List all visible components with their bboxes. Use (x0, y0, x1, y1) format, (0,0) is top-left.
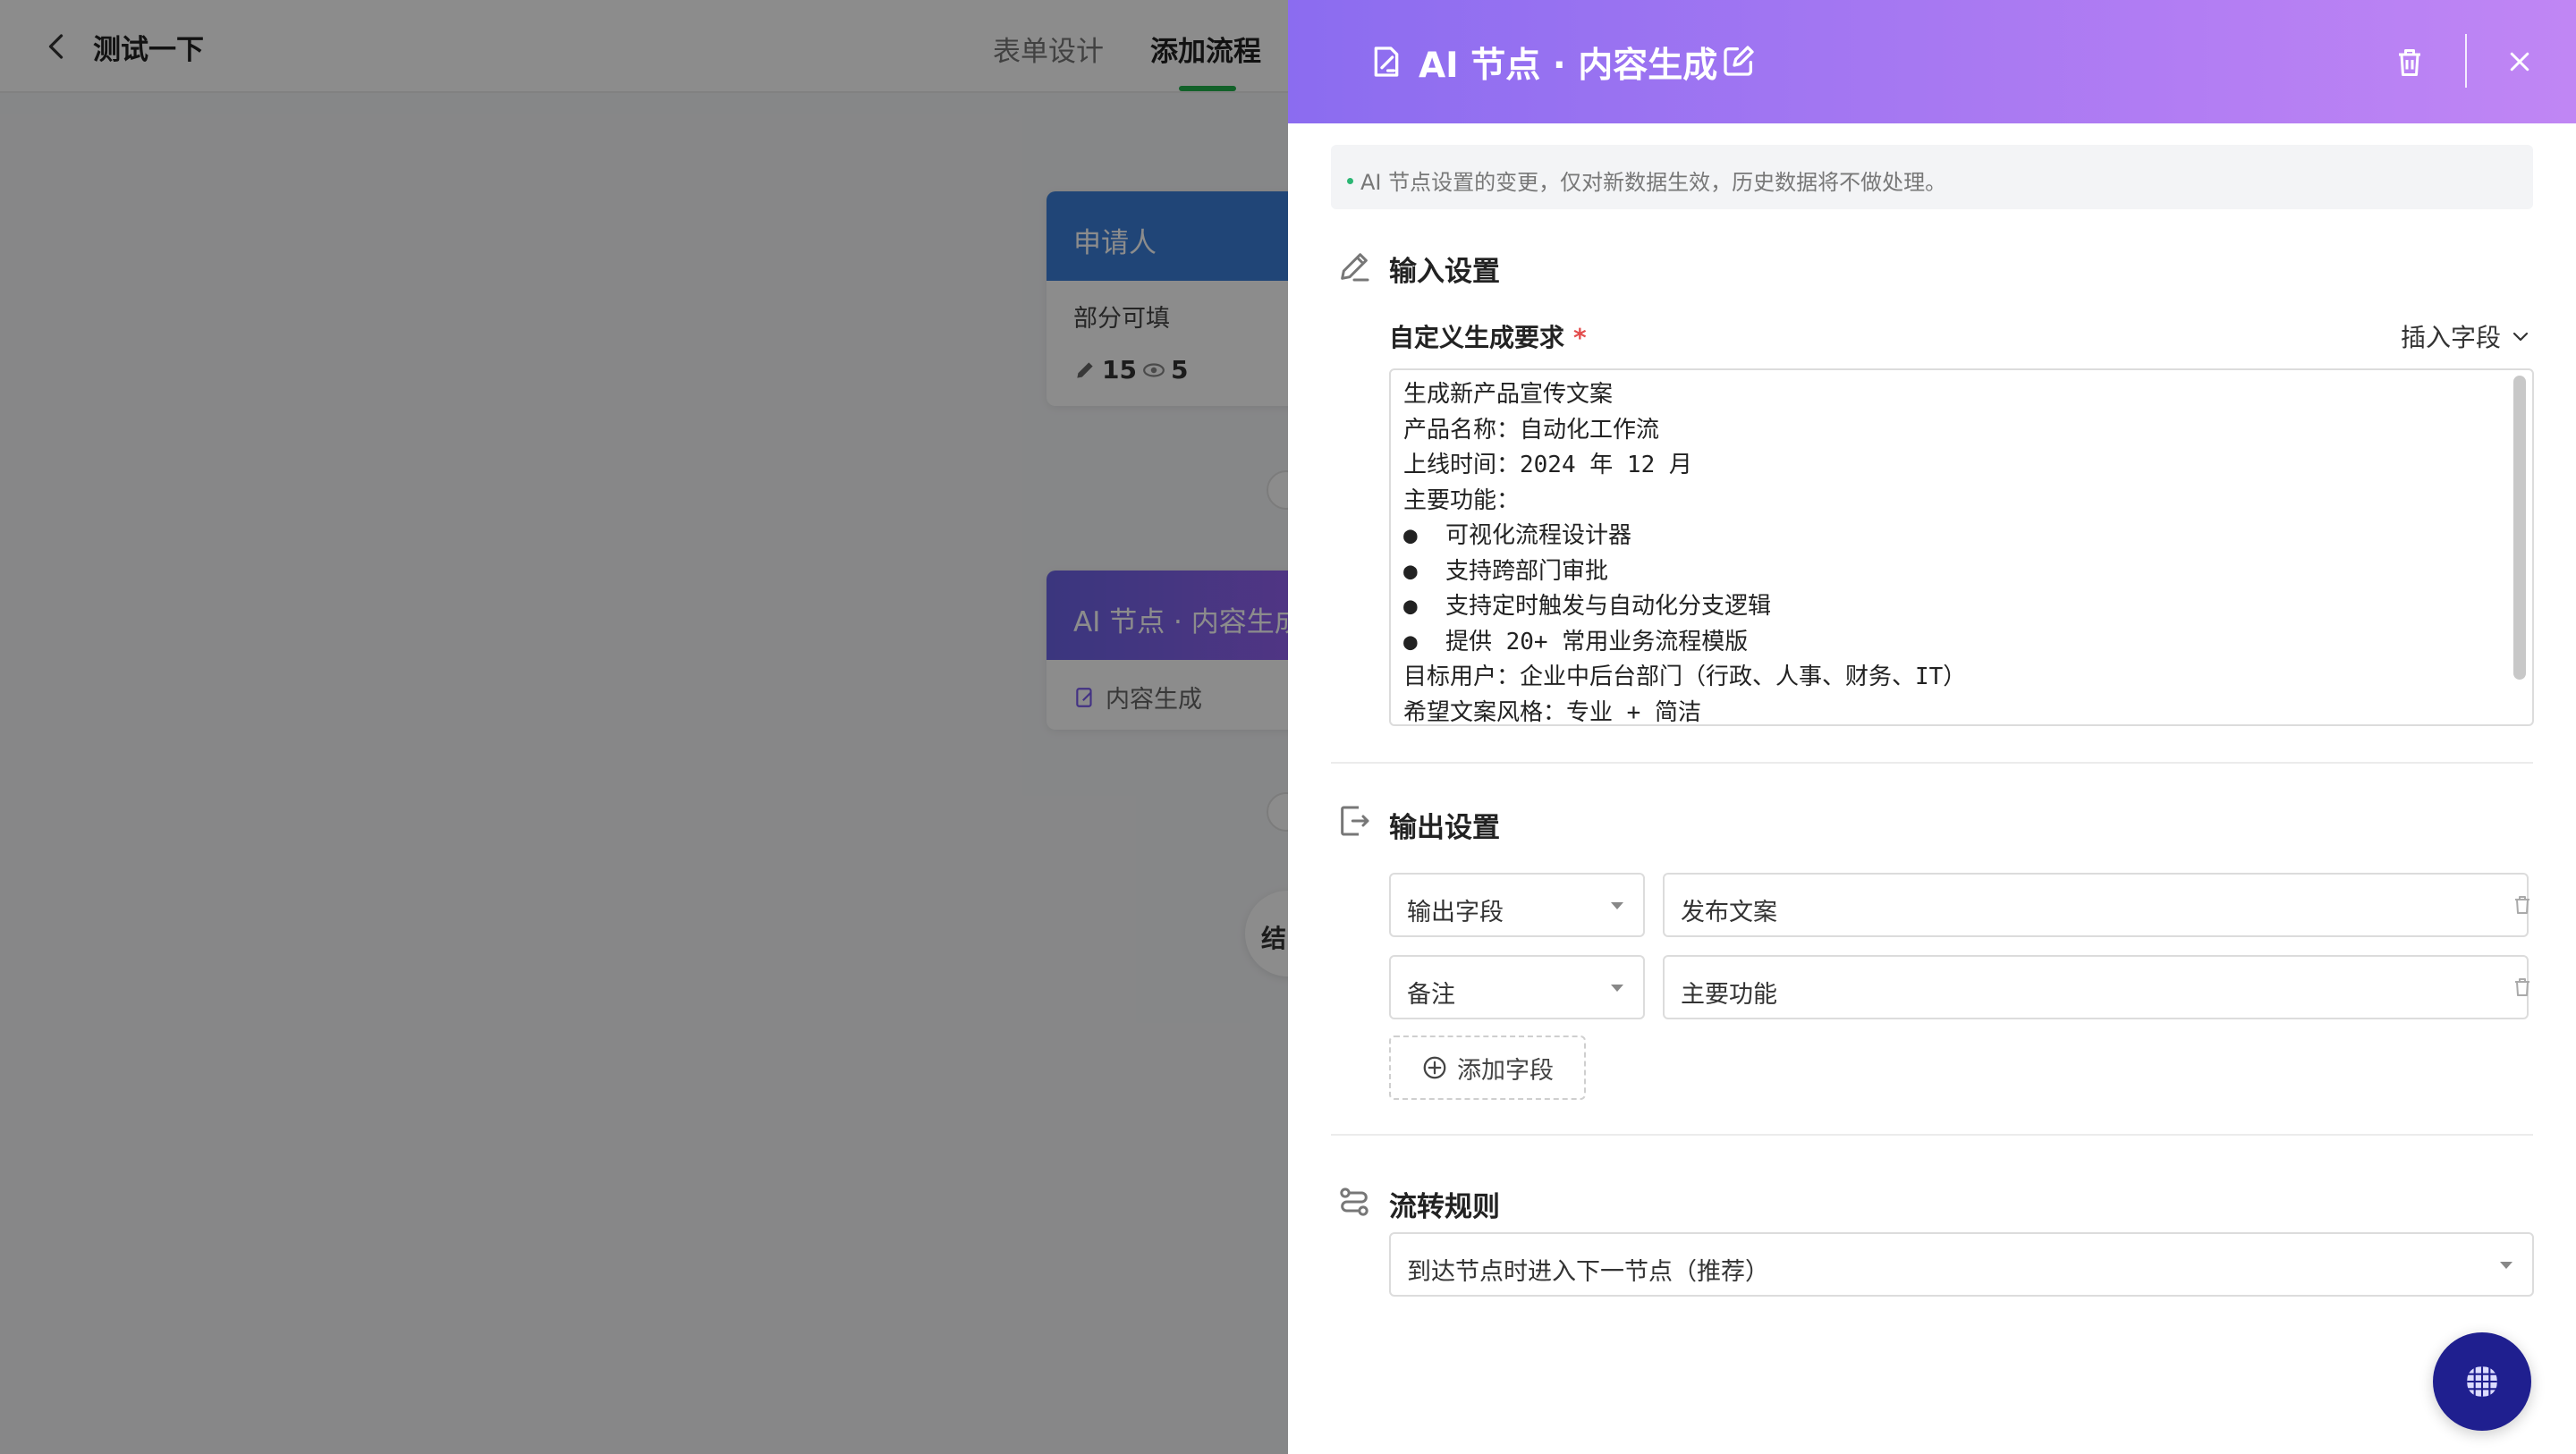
flow-rule-select[interactable]: 到达节点时进入下一节点（推荐） (1389, 1232, 2534, 1297)
prompt-line: ● 提供 20+ 常用业务流程模版 (1403, 628, 1749, 655)
notice-text: AI 节点设置的变更，仅对新数据生效，历史数据将不做处理。 (1360, 170, 1947, 195)
drawer-title: AI 节点 · 内容生成 (1419, 46, 1718, 86)
prompt-line: 目标用户：企业中后台部门（行政、人事、财务、IT） (1403, 664, 1967, 690)
flow-rule-title: 流转规则 (1389, 1191, 1500, 1223)
change-notice: AI 节点设置的变更，仅对新数据生效，历史数据将不做处理。 (1331, 145, 2533, 209)
insert-field-label: 插入字段 (2401, 323, 2502, 352)
prompt-line: ● 支持定时触发与自动化分支逻辑 (1403, 593, 1771, 620)
output-field-select[interactable]: 输出字段 (1389, 873, 1645, 937)
ai-assistant-button[interactable] (2433, 1332, 2531, 1431)
output-field-select[interactable]: 备注 (1389, 955, 1645, 1019)
add-field-label: 添加字段 (1457, 1056, 1554, 1085)
ai-assistant-icon (2467, 1366, 2497, 1397)
insert-field-dropdown[interactable]: 插入字段 (2401, 318, 2531, 354)
flow-route-icon (1340, 1188, 1368, 1216)
plus-circle-icon (1423, 1056, 1446, 1079)
add-field-button[interactable]: 添加字段 (1389, 1036, 1586, 1100)
caret-down-icon (1611, 985, 1623, 992)
prompt-line: 希望文案风格：专业 + 简洁 (1403, 698, 1701, 726)
caret-down-icon (2500, 1262, 2512, 1269)
section-divider (1331, 1134, 2533, 1136)
trash-icon[interactable] (2512, 976, 2533, 999)
drawer-header: AI 节点 · 内容生成 (1288, 0, 2576, 123)
caret-down-icon (1611, 902, 1623, 909)
edit-title-icon[interactable] (1721, 43, 1757, 79)
close-icon[interactable] (2506, 48, 2533, 75)
prompt-line: 上线时间：2024 年 12 月 (1403, 452, 1692, 478)
prompt-line: 生成新产品宣传文案 (1403, 381, 1614, 408)
prompt-line: ● 支持跨部门审批 (1403, 557, 1608, 585)
output-value-input[interactable]: 发布文案 (1663, 873, 2529, 937)
textarea-scrollbar[interactable] (2513, 376, 2526, 680)
export-icon (1341, 806, 1369, 836)
output-settings-title: 输出设置 (1389, 812, 1500, 844)
required-mark: * (1573, 323, 1587, 352)
trash-icon[interactable] (2394, 45, 2426, 80)
ai-doc-icon (1374, 46, 1399, 77)
input-settings-title: 输入设置 (1389, 256, 1500, 288)
pencil-icon (1341, 253, 1369, 282)
custom-requirement-label: 自定义生成要求 * (1389, 323, 1587, 352)
prompt-line: 主要功能： (1403, 486, 1521, 514)
trash-icon[interactable] (2512, 893, 2533, 917)
node-settings-drawer: AI 节点 · 内容生成 AI 节点设置的变更，仅对新数据生效，历史数据将不做处… (1288, 0, 2576, 1454)
modal-backdrop[interactable] (0, 0, 1288, 1454)
section-divider (1331, 762, 2533, 764)
prompt-line: 产品名称：自动化工作流 (1403, 416, 1660, 444)
chevron-down-icon (2512, 332, 2529, 342)
output-value-input[interactable]: 主要功能 (1663, 955, 2529, 1019)
prompt-line: ● 可视化流程设计器 (1403, 522, 1631, 549)
prompt-textarea[interactable]: 生成新产品宣传文案 产品名称：自动化工作流 上线时间：2024 年 12 月 主… (1389, 368, 2534, 726)
header-divider (2465, 34, 2467, 88)
notice-bullet (1347, 177, 1353, 184)
